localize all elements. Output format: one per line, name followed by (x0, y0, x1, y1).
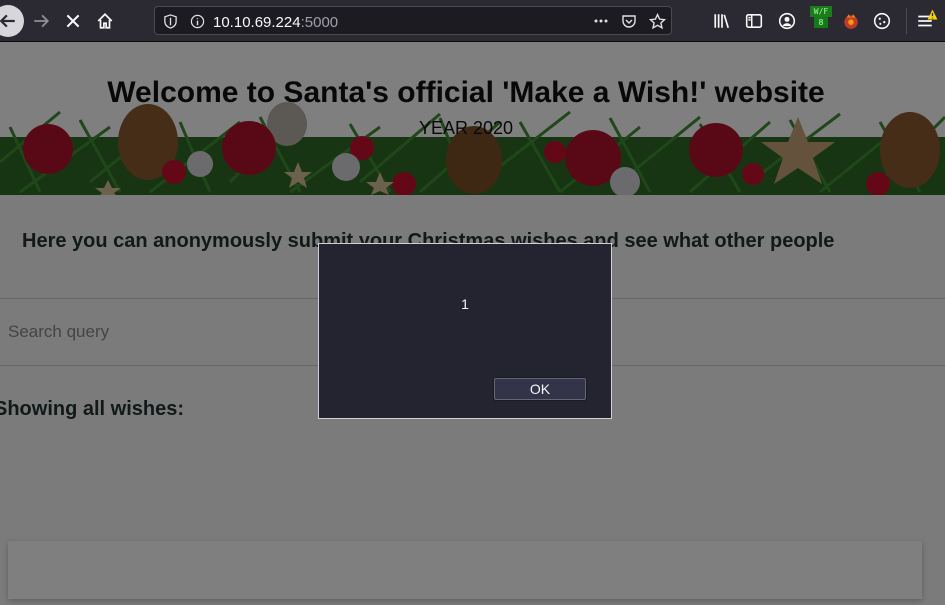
browser-toolbar: 10.10.69.224:5000 W/F 8 (0, 0, 945, 42)
wappalyzer-icon: W/F (810, 6, 832, 17)
alert-dialog: 1 OK (318, 243, 612, 419)
more-dots-icon[interactable] (592, 12, 610, 30)
url-port: :5000 (300, 14, 339, 31)
bookmark-star-icon[interactable] (648, 12, 666, 30)
warning-icon (927, 9, 938, 20)
tracking-shield-icon[interactable] (161, 12, 179, 30)
url-text[interactable]: 10.10.69.224:5000 (213, 14, 338, 31)
account-icon (778, 12, 796, 30)
extension-count-badge: 8 (814, 17, 828, 28)
account-button[interactable] (772, 6, 802, 36)
library-icon (714, 14, 729, 28)
reader-sidebar-icon (745, 14, 763, 28)
home-icon (97, 13, 113, 29)
stop-icon (66, 14, 80, 28)
info-icon[interactable] (188, 12, 206, 30)
back-button[interactable] (0, 5, 24, 37)
ok-button[interactable]: OK (494, 378, 586, 400)
stop-button[interactable] (58, 6, 88, 36)
cookie-icon (873, 12, 891, 30)
library-button[interactable] (707, 6, 737, 36)
wappalyzer-extension-button[interactable]: W/F 8 (810, 6, 832, 30)
forward-arrow-icon (34, 14, 50, 28)
foxyproxy-button[interactable] (836, 6, 866, 36)
home-button[interactable] (90, 6, 120, 36)
alert-message: 1 (461, 296, 469, 312)
sidebar-button[interactable] (739, 6, 769, 36)
url-bar[interactable]: 10.10.69.224:5000 (154, 6, 672, 35)
back-arrow-icon (0, 14, 15, 28)
cookie-editor-button[interactable] (867, 6, 897, 36)
url-host: 10.10.69.224 (213, 14, 301, 31)
pocket-icon[interactable] (620, 12, 638, 30)
menu-button[interactable] (910, 6, 940, 36)
forward-button[interactable] (26, 6, 56, 36)
foxyproxy-icon (844, 14, 858, 29)
toolbar-separator (906, 8, 907, 34)
